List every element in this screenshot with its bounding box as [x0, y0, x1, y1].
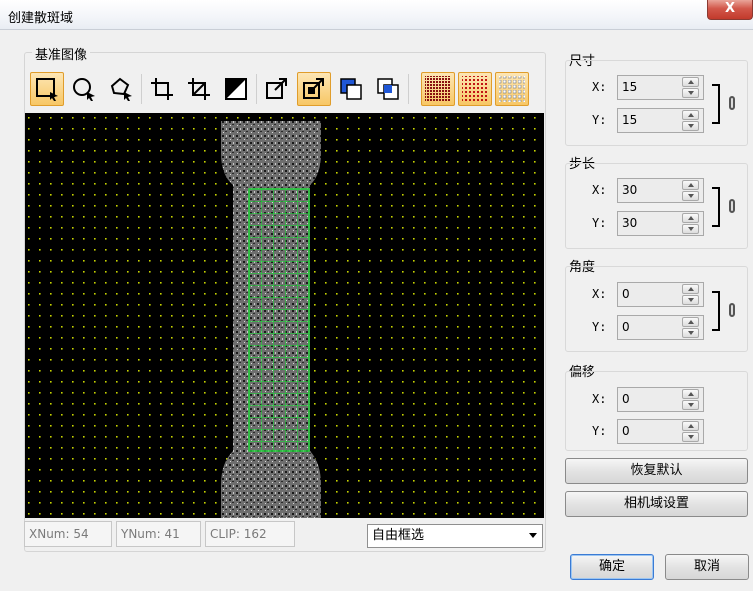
toolbar-separator	[141, 74, 142, 104]
step-y-value: 30	[622, 216, 638, 230]
size-link-bracket	[712, 84, 720, 124]
clear-crop-icon	[188, 78, 210, 100]
grid-medium-icon	[462, 76, 488, 102]
angle-x-spinbox[interactable]: 0	[617, 282, 704, 307]
spin-down-icon[interactable]	[682, 224, 699, 234]
spin-down-icon[interactable]	[682, 191, 699, 201]
angle-y-value: 0	[622, 320, 630, 334]
angle-y-label: Y:	[592, 320, 607, 334]
circle-select-button[interactable]	[67, 72, 101, 106]
circle-select-icon	[73, 78, 95, 101]
dialog-window: 创建散斑域 X 基准图像 XNum: 54 YNum: 41 CLIP: 162…	[0, 0, 753, 591]
clear-crop-button[interactable]	[182, 72, 216, 106]
selection-mode-select[interactable]: 自由框选	[367, 524, 543, 548]
invert-icon	[225, 78, 247, 100]
spin-up-icon[interactable]	[682, 317, 699, 327]
size-x-label: X:	[592, 80, 607, 94]
close-button[interactable]: X	[707, 0, 753, 20]
angle-x-label: X:	[592, 287, 607, 301]
toolbar	[30, 72, 540, 110]
reference-image-canvas[interactable]	[25, 113, 544, 518]
step-y-spinbox[interactable]: 30	[617, 211, 704, 236]
grid-medium-button[interactable]	[458, 72, 492, 106]
size-y-spinbox[interactable]: 15	[617, 108, 704, 133]
polygon-select-icon	[110, 77, 132, 101]
crop-button[interactable]	[145, 72, 179, 106]
spin-down-icon[interactable]	[682, 295, 699, 305]
step-x-spinbox[interactable]: 30	[617, 178, 704, 203]
cancel-button[interactable]: 取消	[665, 554, 749, 580]
selection-mode-value: 自由框选	[372, 528, 425, 543]
angle-y-spinbox[interactable]: 0	[617, 315, 704, 340]
size-y-label: Y:	[592, 113, 607, 127]
angle-link-bracket	[712, 291, 720, 331]
export-icon	[266, 78, 287, 99]
window-title: 创建散斑域	[8, 11, 74, 26]
export-button[interactable]	[260, 72, 294, 106]
rect-select-button[interactable]	[30, 72, 64, 106]
export-active-icon	[303, 78, 324, 99]
step-x-label: X:	[592, 183, 607, 197]
offset-y-label: Y:	[592, 424, 607, 438]
clip-field: CLIP: 162	[205, 521, 295, 547]
spin-down-icon[interactable]	[682, 88, 699, 98]
toolbar-separator	[256, 74, 257, 104]
grid-dense-button[interactable]	[421, 72, 455, 106]
spin-up-icon[interactable]	[682, 180, 699, 190]
speckle-image	[25, 113, 544, 518]
spin-up-icon[interactable]	[682, 77, 699, 87]
step-link-icon[interactable]	[729, 199, 735, 213]
crop-icon	[151, 78, 173, 100]
invert-button[interactable]	[219, 72, 253, 106]
size-link-icon[interactable]	[729, 96, 735, 110]
spin-down-icon[interactable]	[682, 432, 699, 442]
spin-up-icon[interactable]	[682, 421, 699, 431]
step-y-label: Y:	[592, 216, 607, 230]
chevron-down-icon	[529, 533, 537, 538]
spin-up-icon[interactable]	[682, 213, 699, 223]
intersect-icon	[377, 78, 399, 100]
toolbar-separator	[408, 74, 409, 104]
spin-down-icon[interactable]	[682, 121, 699, 131]
angle-x-value: 0	[622, 287, 630, 301]
step-link-bracket	[712, 187, 720, 227]
offset-y-value: 0	[622, 424, 630, 438]
step-panel	[565, 163, 748, 249]
ok-button[interactable]: 确定	[570, 554, 654, 580]
grid-sparse-button[interactable]	[495, 72, 529, 106]
spin-down-icon[interactable]	[682, 400, 699, 410]
grid-sparse-icon	[499, 76, 525, 102]
spin-up-icon[interactable]	[682, 110, 699, 120]
polygon-select-button[interactable]	[104, 72, 138, 106]
offset-x-spinbox[interactable]: 0	[617, 387, 704, 412]
offset-x-value: 0	[622, 392, 630, 406]
size-x-value: 15	[622, 80, 638, 94]
export-active-button[interactable]	[297, 72, 331, 106]
grid-dense-icon	[425, 76, 451, 102]
ynum-field: YNum: 41	[116, 521, 201, 547]
spin-up-icon[interactable]	[682, 389, 699, 399]
angle-link-icon[interactable]	[729, 303, 735, 317]
spin-up-icon[interactable]	[682, 284, 699, 294]
offset-y-spinbox[interactable]: 0	[617, 419, 704, 444]
camera-domain-settings-button[interactable]: 相机域设置	[565, 491, 748, 517]
restore-default-button[interactable]: 恢复默认	[565, 458, 748, 484]
size-panel	[565, 60, 748, 146]
offset-x-label: X:	[592, 392, 607, 406]
union-icon	[340, 78, 362, 100]
step-x-value: 30	[622, 183, 638, 197]
intersect-button[interactable]	[371, 72, 405, 106]
reference-image-title: 基准图像	[32, 44, 91, 63]
size-y-value: 15	[622, 113, 638, 127]
rect-select-icon	[36, 78, 58, 101]
spin-down-icon[interactable]	[682, 328, 699, 338]
union-button[interactable]	[334, 72, 368, 106]
size-x-spinbox[interactable]: 15	[617, 75, 704, 100]
title-bar: 创建散斑域 X	[0, 0, 753, 30]
xnum-field: XNum: 54	[24, 521, 112, 547]
